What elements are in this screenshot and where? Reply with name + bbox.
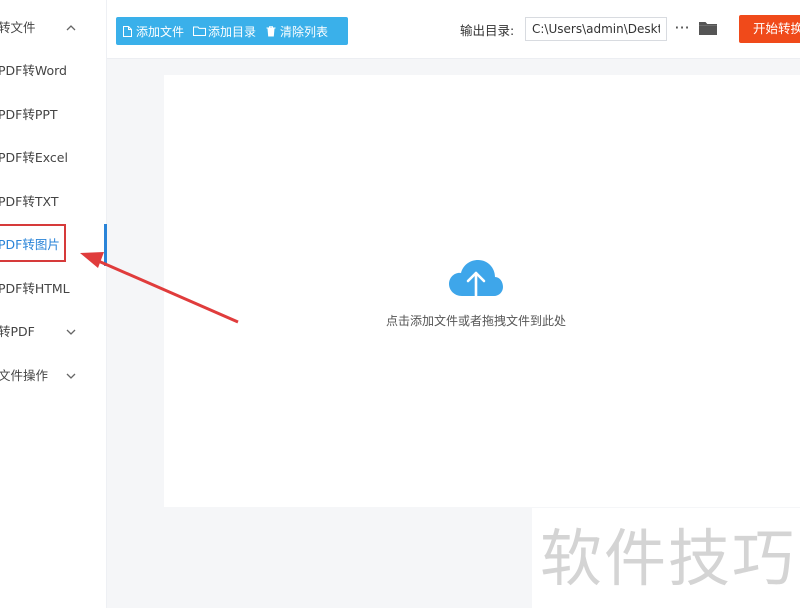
add-folder-button[interactable]: 添加目录 <box>188 17 260 45</box>
nav-label: 文件操作 <box>0 368 49 383</box>
sidebar-divider <box>106 0 107 608</box>
watermark-text: 软件技巧 <box>540 522 797 595</box>
chevron-down-icon <box>66 361 76 391</box>
file-icon <box>120 25 134 37</box>
nav-group-to-pdf[interactable]: 转PDF <box>0 317 106 347</box>
open-folder-icon[interactable] <box>698 20 718 38</box>
add-folder-label: 添加目录 <box>208 24 257 39</box>
nav-label: PDF转TXT <box>0 194 59 209</box>
add-file-button[interactable]: 添加文件 <box>116 17 188 45</box>
sidebar-item-pdf-to-ppt[interactable]: PDF转PPT <box>0 100 106 130</box>
nav-label: 转文件 <box>0 20 36 35</box>
nav-label: PDF转PPT <box>0 107 58 122</box>
folder-outline-icon <box>192 26 206 36</box>
chevron-down-icon <box>66 317 76 347</box>
output-directory-label: 输出目录: <box>460 23 515 38</box>
clear-list-button[interactable]: 清除列表 <box>260 17 332 45</box>
cloud-upload-icon[interactable] <box>448 258 504 306</box>
sidebar-item-pdf-to-excel[interactable]: PDF转Excel <box>0 143 106 173</box>
add-file-label: 添加文件 <box>136 24 185 39</box>
annotation-highlight-box <box>0 224 66 262</box>
start-convert-button[interactable]: 开始转换 <box>739 15 800 43</box>
toolbar-button-group: 添加文件 添加目录 清除列表 <box>116 17 348 45</box>
clear-list-label: 清除列表 <box>280 24 329 39</box>
output-directory-input[interactable] <box>525 17 667 41</box>
trash-icon <box>264 25 278 37</box>
sidebar-item-pdf-to-html[interactable]: PDF转HTML <box>0 274 106 304</box>
drop-zone-hint: 点击添加文件或者拖拽文件到此处 <box>385 314 566 328</box>
more-options-button[interactable]: ··· <box>674 17 690 41</box>
nav-label: PDF转Excel <box>0 150 68 165</box>
nav-group-convert-file[interactable]: 转文件 <box>0 13 106 43</box>
nav-label: 转PDF <box>0 324 35 339</box>
nav-group-file-operations[interactable]: 文件操作 <box>0 361 106 391</box>
active-indicator <box>104 224 107 266</box>
chevron-up-icon <box>66 13 76 43</box>
sidebar-item-pdf-to-word[interactable]: PDF转Word <box>0 56 106 86</box>
nav-label: PDF转Word <box>0 63 67 78</box>
nav-label: PDF转HTML <box>0 281 70 296</box>
sidebar-item-pdf-to-txt[interactable]: PDF转TXT <box>0 187 106 217</box>
